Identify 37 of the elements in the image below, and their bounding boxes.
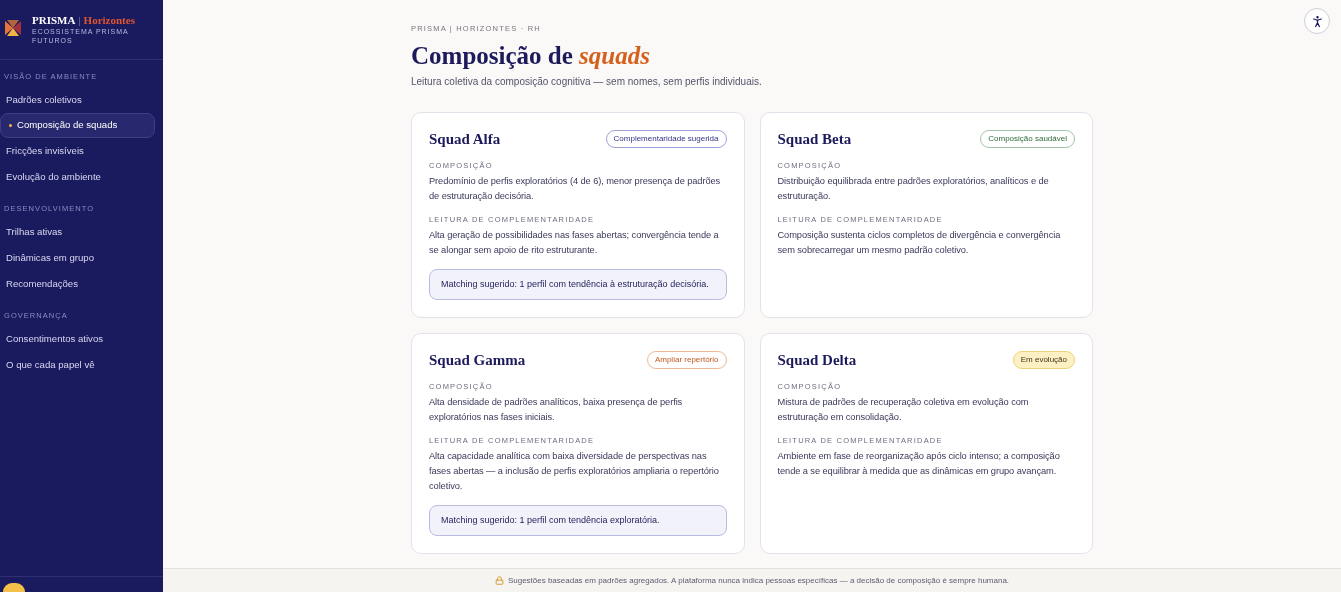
- nav-item[interactable]: Evolução do ambiente: [0, 164, 163, 190]
- nav-item[interactable]: O que cada papel vê: [0, 352, 163, 378]
- squad-title: Squad Alfa: [429, 130, 501, 148]
- matching-note: Matching sugerido: 1 perfil com tendência à estruturação decisória.: [429, 269, 727, 300]
- page-subtitle: Leitura coletiva da composição cognitiva — sem nomes, sem perfis individuais.: [411, 75, 763, 89]
- nav-item[interactable]: Fricções invisíveis: [0, 138, 163, 164]
- section-text: Predomínio de perfis exploratórios (4 de 6), menor presença de padrões de estruturação decisória.: [429, 175, 722, 203]
- nav-item[interactable]: Dinâmicas em grupo: [0, 245, 163, 271]
- lock-icon: [494, 576, 504, 585]
- avatar-icon: [3, 583, 25, 592]
- status-badge: Complementaridade sugerida: [605, 130, 727, 148]
- product-name: Horizontes: [83, 14, 135, 26]
- status-badge: Ampliar repertório: [646, 351, 727, 369]
- section-text: Alta capacidade analítica com baixa diversidade de perspectivas nas fases abertas — a inclusão de perfis exploratórios ampliaria o repertório coletivo.: [429, 450, 720, 493]
- status-badge: Em evolução: [1012, 351, 1075, 369]
- section-text: Mistura de padrões de recuperação coletiva em evolução com estruturação em consolidação.: [777, 396, 1030, 424]
- brand-separator: |: [78, 14, 81, 26]
- section-text: Ambiente em fase de reorganização após ciclo intenso; a composição tende a se equilibrar à medida que as dinâmicas em grupo avançam.: [777, 450, 1061, 478]
- status-badge: Composição saudável: [980, 130, 1075, 148]
- squad-title: Squad Gamma: [429, 351, 526, 369]
- squad-title: Squad Beta: [777, 130, 852, 148]
- section-text: Distribuição equilibrada entre padrões exploratórios, analíticos e de estruturação.: [777, 175, 1050, 203]
- logo-icon: [5, 20, 21, 36]
- nav-item[interactable]: Trilhas ativas: [0, 219, 163, 245]
- footer-notice: Sugestões baseadas em padrões agregados. A plataforma nunca indica pessoas específicas — a decisão de composição é sempre humana.: [507, 574, 1010, 587]
- matching-note: Matching sugerido: 1 perfil com tendência exploratória.: [429, 505, 727, 536]
- nav-item[interactable]: Recomendações: [0, 271, 163, 297]
- nav-item[interactable]: Consentimentos ativos: [0, 326, 163, 352]
- section-text: Composição sustenta ciclos completos de divergência e convergência sem sobrecarregar um mesmo padrão coletivo.: [777, 229, 1062, 257]
- squad-title: Squad Delta: [777, 351, 857, 369]
- brand-name: PRISMA: [32, 14, 76, 26]
- accessibility-button[interactable]: [1304, 8, 1330, 34]
- page-title: Composição de squads: [411, 41, 651, 71]
- section-text: Alta geração de possibilidades nas fases abertas; convergência tende a se alongar sem apoio de rito estruturante.: [429, 229, 720, 257]
- nav-item[interactable]: Padrões coletivos: [0, 87, 163, 113]
- section-text: Alta densidade de padrões analíticos, baixa presença de perfis exploratórios nas fases iniciais.: [429, 396, 684, 424]
- nav-item[interactable]: Composição de squads: [0, 113, 155, 138]
